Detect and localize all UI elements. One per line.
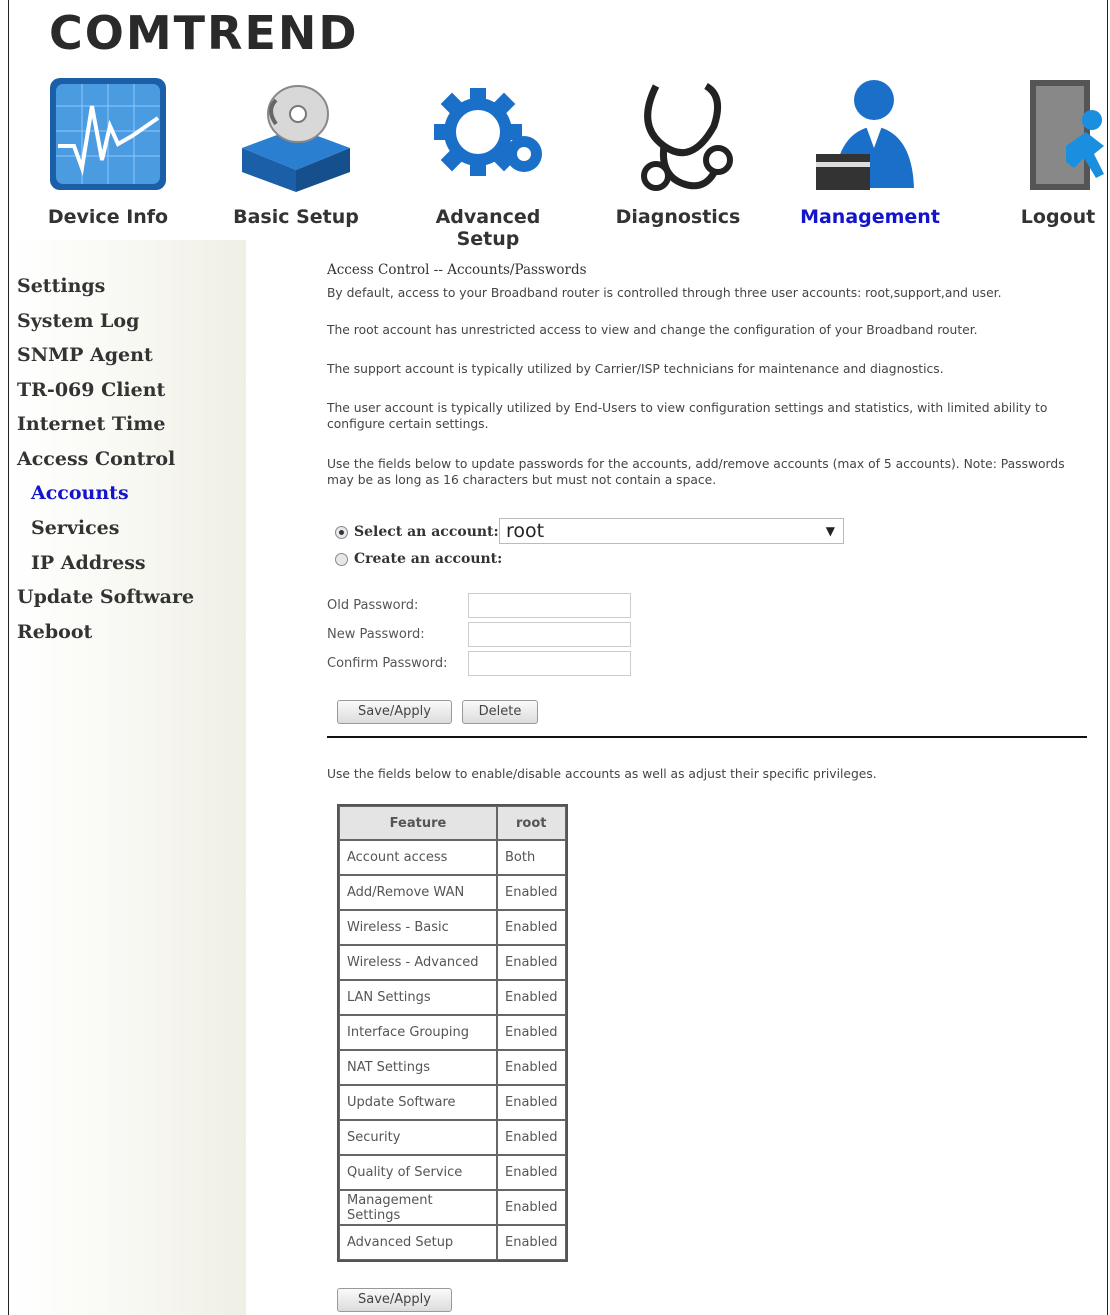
support-account-text: The support account is typically utilize…: [327, 362, 944, 376]
value-cell[interactable]: Enabled: [497, 1050, 566, 1085]
sidebar-item-reboot[interactable]: Reboot: [17, 621, 92, 643]
account-select[interactable]: root ▼: [499, 518, 844, 544]
table-header-row: Feature root: [339, 806, 566, 840]
value-cell[interactable]: Both: [497, 840, 566, 875]
table-header-feature: Feature: [339, 806, 497, 840]
sidebar-item-accounts[interactable]: Accounts: [31, 482, 129, 504]
page-title: Access Control -- Accounts/Passwords: [327, 262, 587, 278]
feature-cell: Quality of Service: [339, 1155, 497, 1190]
create-account-label: Create an account:: [354, 551, 503, 567]
logout-icon: [1030, 80, 1104, 190]
new-password-field[interactable]: [468, 622, 631, 647]
chevron-down-icon: ▼: [825, 524, 835, 538]
nav-label-basic-setup: Basic Setup: [233, 206, 359, 228]
nav-label-management: Management: [800, 206, 940, 228]
table-row: Advanced Setup Enabled: [339, 1225, 566, 1260]
top-nav: Device Info Basic Setup Advanced Setup D…: [9, 70, 1107, 250]
nav-basic-setup[interactable]: Basic Setup: [211, 70, 381, 240]
value-cell[interactable]: Enabled: [497, 980, 566, 1015]
create-account-radio[interactable]: [335, 552, 348, 566]
old-password-label: Old Password:: [327, 598, 419, 613]
privileges-table: Feature root Account access Both Add/Remo…: [337, 804, 568, 1262]
value-cell[interactable]: Enabled: [497, 875, 566, 910]
nav-label-logout: Logout: [1020, 206, 1096, 228]
sidebar-item-update-software[interactable]: Update Software: [17, 586, 194, 608]
value-cell[interactable]: Enabled: [497, 1120, 566, 1155]
sidebar-item-ip-address[interactable]: IP Address: [31, 552, 146, 574]
feature-cell: Advanced Setup: [339, 1225, 497, 1260]
user-account-text: The user account is typically utilized b…: [327, 401, 1048, 431]
feature-cell: Interface Grouping: [339, 1015, 497, 1050]
table-header-root: root: [497, 806, 566, 840]
table-row: Quality of Service Enabled: [339, 1155, 566, 1190]
table-row: LAN Settings Enabled: [339, 980, 566, 1015]
sidebar-item-internet-time[interactable]: Internet Time: [17, 413, 165, 435]
select-account-label: Select an account:: [354, 524, 499, 540]
value-cell[interactable]: Enabled: [497, 1085, 566, 1120]
comtrend-logo: COMTREND: [49, 6, 359, 60]
nav-label-device-info: Device Info: [47, 206, 169, 228]
value-cell[interactable]: Enabled: [497, 910, 566, 945]
sidebar-item-access-control[interactable]: Access Control: [17, 448, 175, 470]
create-account-row: Create an account:: [335, 551, 502, 567]
divider: [327, 736, 1087, 738]
feature-cell: Management Settings: [339, 1190, 497, 1225]
instructions-text: Use the fields below to update passwords…: [327, 457, 1065, 487]
table-row: Security Enabled: [339, 1120, 566, 1155]
select-account-radio[interactable]: [335, 525, 348, 539]
feature-cell: Account access: [339, 840, 497, 875]
old-password-field[interactable]: [468, 593, 631, 618]
nav-diagnostics[interactable]: Diagnostics: [593, 70, 763, 240]
table-row: Management Settings Enabled: [339, 1190, 566, 1225]
diagnostics-icon: [641, 82, 733, 191]
save-apply-button[interactable]: Save/Apply: [337, 700, 452, 724]
feature-cell: Update Software: [339, 1085, 497, 1120]
device-info-icon: [50, 78, 166, 190]
intro-text: By default, access to your Broadband rou…: [327, 286, 1002, 300]
table-row: Interface Grouping Enabled: [339, 1015, 566, 1050]
feature-cell: Wireless - Advanced: [339, 945, 497, 980]
basic-setup-icon: [242, 85, 350, 192]
nav-logout[interactable]: Logout: [973, 70, 1107, 240]
value-cell[interactable]: Enabled: [497, 1015, 566, 1050]
value-cell[interactable]: Enabled: [497, 1190, 566, 1225]
table-row: Update Software Enabled: [339, 1085, 566, 1120]
feature-cell: NAT Settings: [339, 1050, 497, 1085]
value-cell[interactable]: Enabled: [497, 1155, 566, 1190]
table-row: NAT Settings Enabled: [339, 1050, 566, 1085]
nav-advanced-setup[interactable]: Advanced Setup: [403, 70, 573, 250]
nav-label-diagnostics: Diagnostics: [615, 206, 741, 228]
table-row: Account access Both: [339, 840, 566, 875]
value-cell[interactable]: Enabled: [497, 945, 566, 980]
table-row: Add/Remove WAN Enabled: [339, 875, 566, 910]
select-account-row: Select an account:: [335, 524, 499, 540]
feature-cell: LAN Settings: [339, 980, 497, 1015]
privileges-text: Use the fields below to enable/disable a…: [327, 767, 877, 781]
nav-device-info[interactable]: Device Info: [23, 70, 193, 240]
sidebar-item-snmp-agent[interactable]: SNMP Agent: [17, 344, 153, 366]
feature-cell: Security: [339, 1120, 497, 1155]
delete-button[interactable]: Delete: [462, 700, 538, 724]
management-icon: [816, 80, 914, 190]
sidebar-item-system-log[interactable]: System Log: [17, 310, 139, 332]
confirm-password-label: Confirm Password:: [327, 656, 448, 671]
page-frame: COMTREND Device Info Basic Setup Advance…: [8, 0, 1108, 1315]
nav-label-advanced-setup: Advanced Setup: [435, 206, 541, 250]
feature-cell: Wireless - Basic: [339, 910, 497, 945]
sidebar-item-tr069-client[interactable]: TR-069 Client: [17, 379, 165, 401]
account-select-value: root: [506, 520, 545, 542]
nav-management[interactable]: Management: [785, 70, 955, 240]
sidebar-item-settings[interactable]: Settings: [17, 275, 105, 297]
new-password-label: New Password:: [327, 627, 425, 642]
confirm-password-field[interactable]: [468, 651, 631, 676]
advanced-setup-icon: [434, 88, 542, 176]
sidebar-item-services[interactable]: Services: [31, 517, 119, 539]
bottom-save-apply-button[interactable]: Save/Apply: [337, 1288, 452, 1312]
table-row: Wireless - Advanced Enabled: [339, 945, 566, 980]
root-account-text: The root account has unrestricted access…: [327, 323, 978, 337]
sidebar: Settings System Log SNMP Agent TR-069 Cl…: [9, 240, 246, 1315]
table-row: Wireless - Basic Enabled: [339, 910, 566, 945]
feature-cell: Add/Remove WAN: [339, 875, 497, 910]
value-cell[interactable]: Enabled: [497, 1225, 566, 1260]
